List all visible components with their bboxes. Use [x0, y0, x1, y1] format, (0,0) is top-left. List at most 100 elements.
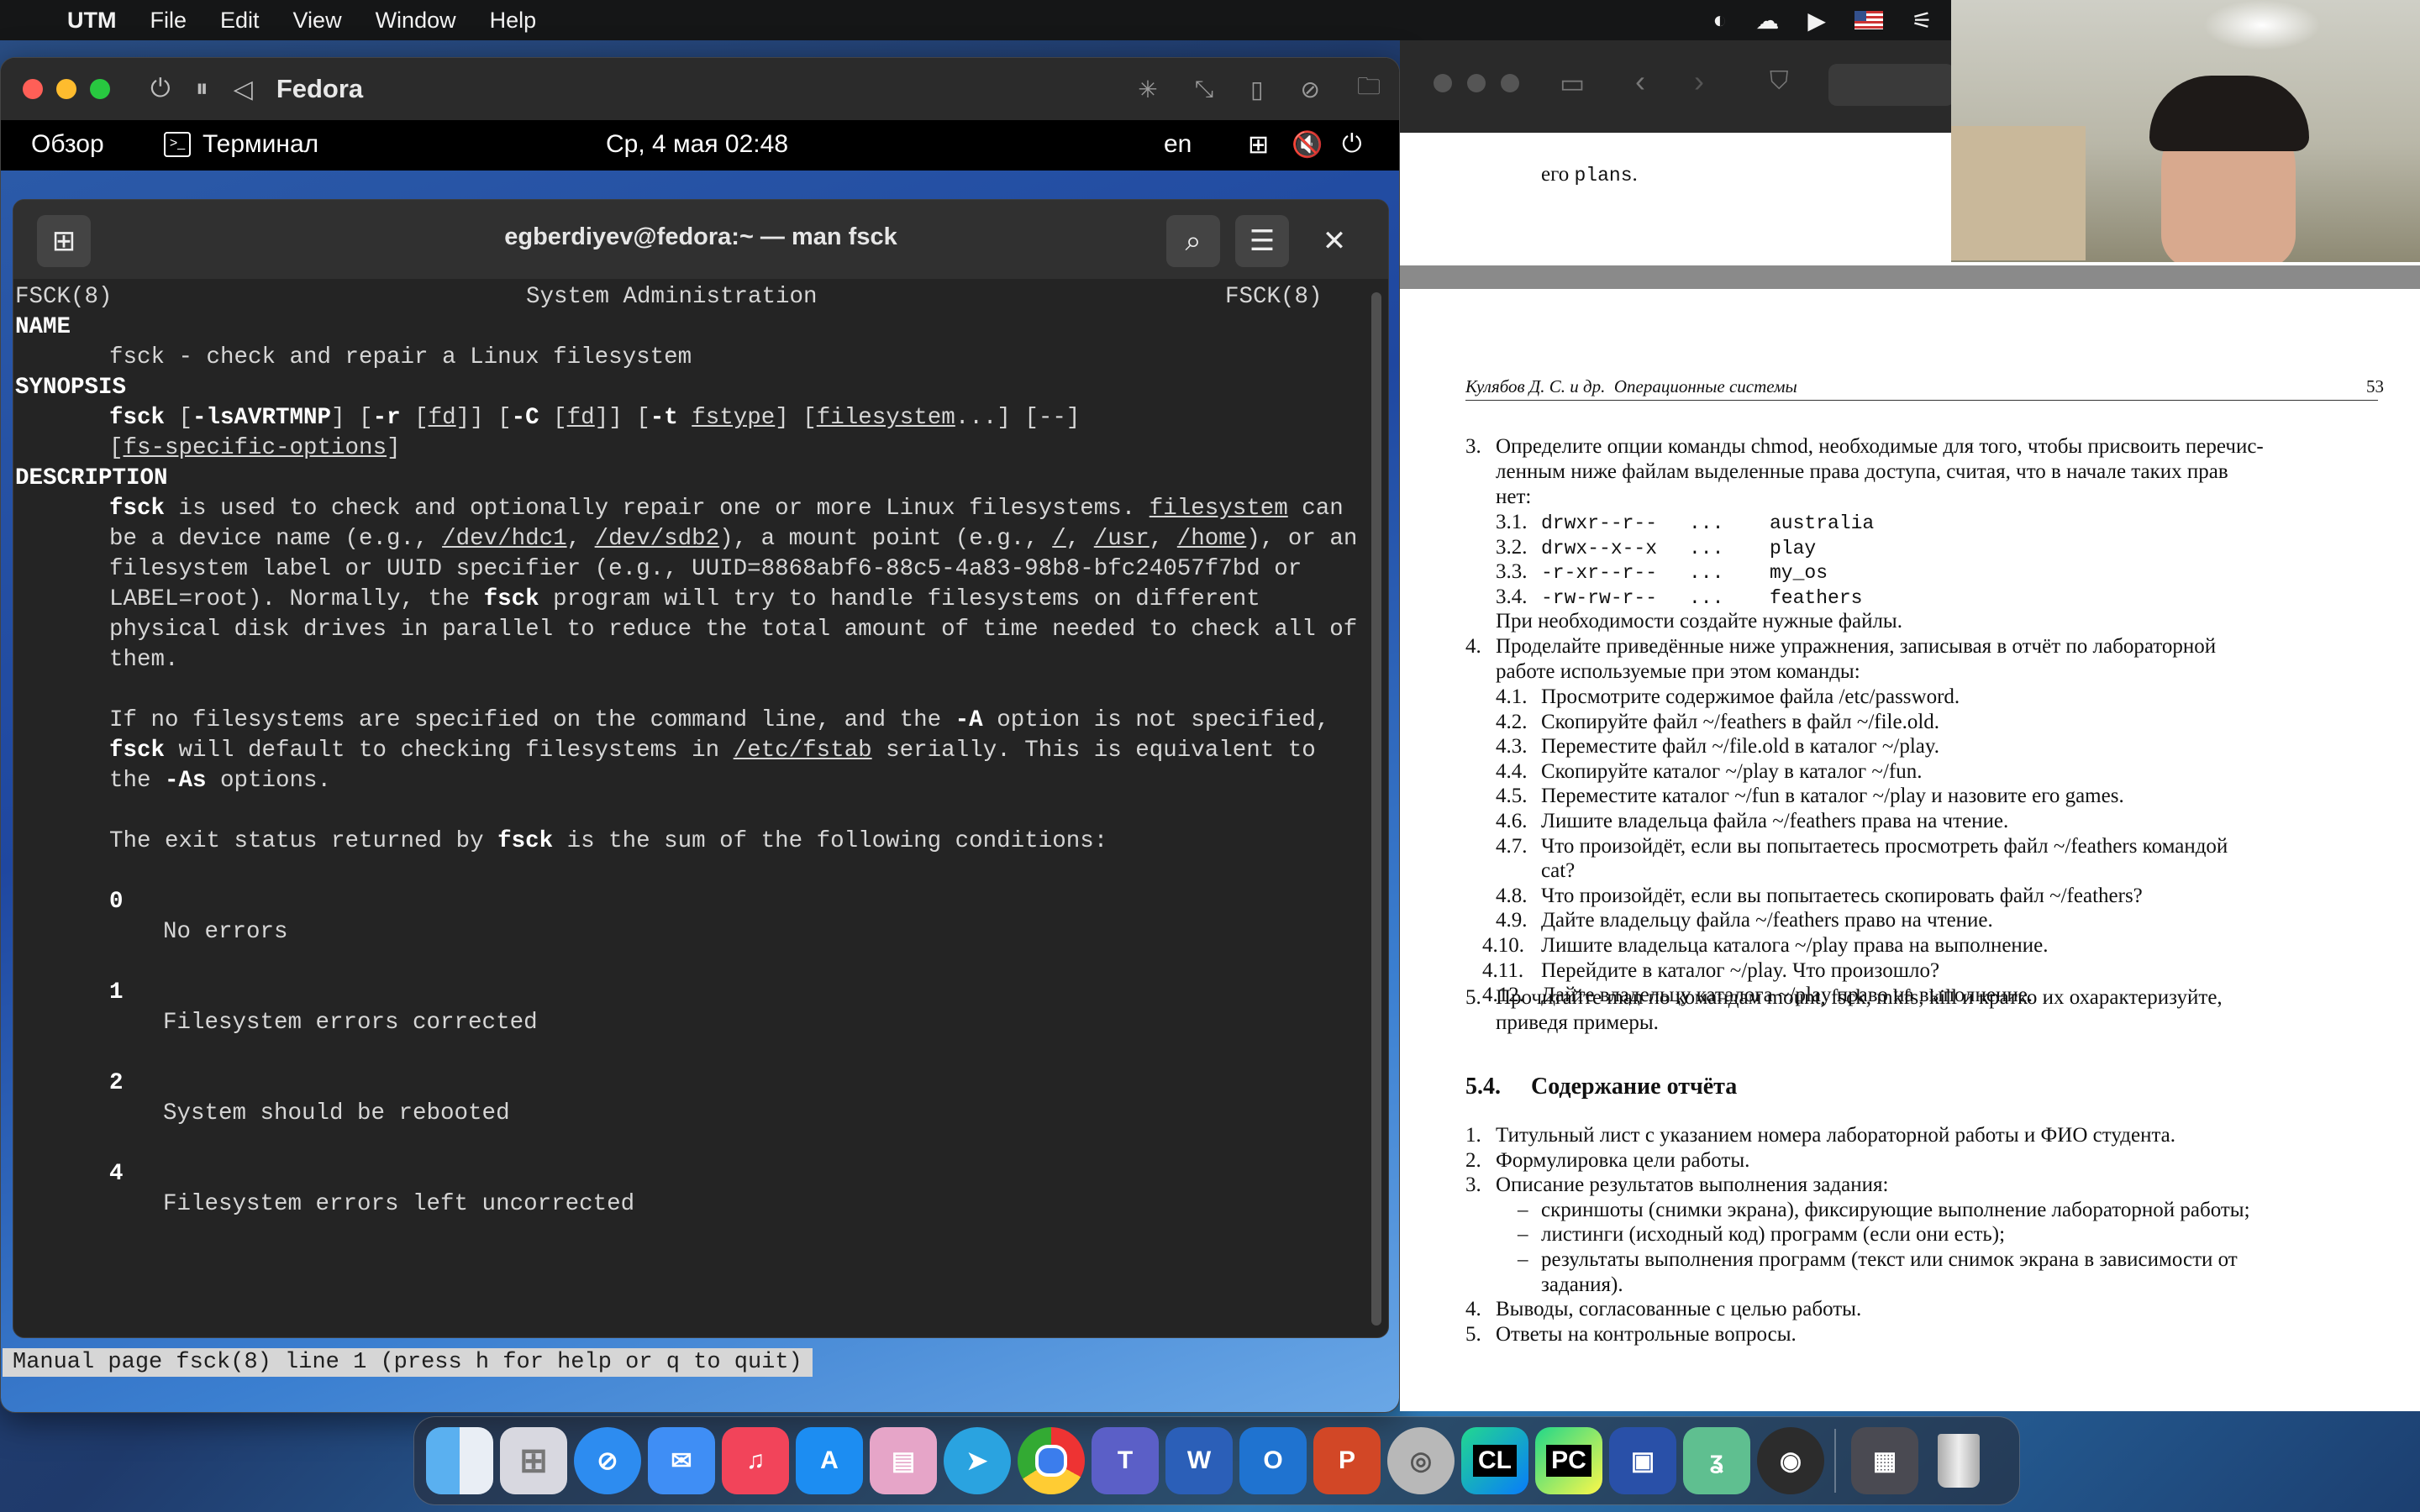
music-icon[interactable]: ♫	[722, 1427, 789, 1494]
report-item-text: Описание результатов выполнения задания:	[1496, 1173, 1889, 1197]
item4-line-1: Проделайте приведённые ниже упражнения, …	[1496, 635, 2217, 658]
minimize-window-button[interactable]	[56, 79, 76, 99]
exercise-num: 4.2.	[1496, 710, 1528, 733]
obs-status-icon[interactable]: ◐	[1712, 7, 1727, 34]
activities-button[interactable]: Обзор	[31, 130, 104, 159]
preview-icon[interactable]: ▤	[870, 1427, 937, 1494]
header-rule	[1465, 400, 2378, 401]
cloud-status-icon[interactable]: ☁	[1755, 7, 1779, 34]
power-menu-icon[interactable]: ⏻	[1342, 130, 1362, 159]
hamburger-menu-icon[interactable]: ☰	[1235, 215, 1289, 267]
exercise-text: Переместите каталог ~/fun в каталог ~/pl…	[1541, 785, 2124, 808]
exit-code-text: No errors	[163, 919, 288, 945]
trash-icon[interactable]	[1925, 1427, 1992, 1494]
screenshots-folder-icon[interactable]: ▦	[1851, 1427, 1918, 1494]
man-page-content[interactable]: FSCK(8) System Administration FSCK(8) NA…	[13, 279, 1366, 1337]
section-title: Содержание отчёта	[1531, 1074, 1738, 1100]
menu-help[interactable]: Help	[490, 8, 537, 34]
exercise-text: Переместите файл ~/file.old в каталог ~/…	[1541, 735, 1940, 759]
exercise-text: Лишите владельца каталога ~/play права н…	[1541, 934, 2049, 957]
gnome-top-bar: Обзор >_ Терминал Ср, 4 мая 02:48 en ⊞ 🔇…	[1, 120, 1399, 171]
desc-p2-line-1: If no filesystems are specified on the c…	[109, 707, 1330, 733]
powerpoint-icon[interactable]: P	[1313, 1427, 1381, 1494]
clion-icon[interactable]: CL	[1461, 1427, 1528, 1494]
terminal-scrollbar[interactable]	[1371, 292, 1381, 1326]
zoom-window-button[interactable]	[1501, 74, 1519, 92]
close-window-button[interactable]	[1434, 74, 1452, 92]
man-pager-status: Manual page fsck(8) line 1 (press h for …	[3, 1348, 813, 1377]
qbittorrent-icon[interactable]: ʓ	[1683, 1427, 1750, 1494]
usb-icon[interactable]: ▯	[1250, 76, 1263, 103]
item3-line-2: ленным ниже файлам выделенные права дост…	[1496, 460, 2228, 483]
exercise-num: 4.1.	[1496, 685, 1528, 708]
back-arrow-icon[interactable]: ‹	[1635, 64, 1645, 99]
report-item-text: Формулировка цели работы.	[1496, 1148, 1750, 1172]
report-item-num: 3.	[1465, 1173, 1481, 1197]
wifi-off-icon[interactable]: ⚟	[1912, 7, 1933, 34]
shield-icon[interactable]: ⛉	[1770, 67, 1789, 96]
synopsis-line-2: [fs-specific-options]	[109, 435, 401, 461]
flag-input-icon[interactable]	[1854, 11, 1883, 29]
menu-view[interactable]: View	[293, 8, 342, 34]
terminal-app-menu[interactable]: >_ Терминал	[164, 130, 318, 159]
list-num: 5.	[1465, 986, 1481, 1009]
resize-icon[interactable]: ⤡	[1195, 76, 1213, 103]
address-field[interactable]	[1828, 64, 1954, 106]
perm-ellipsis: ...	[1689, 586, 1724, 609]
display-settings-icon[interactable]: ✳	[1138, 76, 1157, 103]
utm-icon[interactable]: ▣	[1609, 1427, 1676, 1494]
obs-icon[interactable]: ◉	[1757, 1427, 1824, 1494]
chrome-icon[interactable]	[1018, 1427, 1085, 1494]
page-gap	[1400, 265, 2420, 289]
pycharm-icon[interactable]: PC	[1535, 1427, 1602, 1494]
telegram-icon[interactable]: ➤	[944, 1427, 1011, 1494]
forward-arrow-icon[interactable]: ›	[1694, 64, 1704, 99]
close-window-button[interactable]	[23, 79, 43, 99]
webcam-overlay[interactable]	[1951, 0, 2420, 262]
teams-icon[interactable]: T	[1092, 1427, 1159, 1494]
exercise-num: 4.6.	[1496, 810, 1528, 832]
menu-edit[interactable]: Edit	[220, 8, 260, 34]
sidebar-icon[interactable]: ▭	[1560, 67, 1585, 99]
desc-line-2: be a device name (e.g., /dev/hdc1, /dev/…	[109, 526, 1358, 552]
safari-icon[interactable]: ⊘	[574, 1427, 641, 1494]
item3-line-1: Определите опции команды chmod, необходи…	[1496, 435, 2264, 458]
exercise-num: 4.7.	[1496, 834, 1528, 858]
report-item-num: 2.	[1465, 1148, 1481, 1172]
menu-file[interactable]: File	[150, 8, 187, 34]
search-icon[interactable]: ⌕	[1166, 215, 1220, 267]
outlook-icon[interactable]: O	[1239, 1427, 1307, 1494]
minimize-window-button[interactable]	[1467, 74, 1486, 92]
launchpad-icon[interactable]: ⊞	[500, 1427, 567, 1494]
dock-divider	[1834, 1429, 1836, 1493]
report-item-num: 4.	[1465, 1298, 1481, 1321]
disk-utility-icon[interactable]: ◎	[1387, 1427, 1455, 1494]
report-item-text: Титульный лист с указанием номера лабора…	[1496, 1124, 2176, 1147]
zoom-window-button[interactable]	[90, 79, 110, 99]
menu-window[interactable]: Window	[376, 8, 456, 34]
power-icon[interactable]: ⏻	[150, 75, 171, 103]
create-files-note: При необходимости создайте нужные файлы.	[1496, 610, 1902, 633]
drive-icon[interactable]: ⊘	[1301, 76, 1320, 103]
menu-app-name[interactable]: UTM	[67, 8, 116, 34]
close-icon[interactable]: ✕	[1307, 215, 1361, 267]
shared-folder-icon[interactable]: 🗀	[1357, 69, 1381, 109]
back-icon[interactable]: ◁	[234, 75, 253, 104]
terminal-headerbar: ⊞ egberdiyev@fedora:~ — man fsck ⌕ ☰ ✕	[13, 200, 1388, 279]
clock[interactable]: Ср, 4 мая 02:48	[606, 130, 788, 159]
app-store-icon[interactable]: A	[796, 1427, 863, 1494]
exit-code: 4	[109, 1161, 124, 1187]
exit-code: 2	[109, 1070, 124, 1096]
finder-icon[interactable]	[426, 1427, 493, 1494]
network-icon[interactable]: ⊞	[1248, 130, 1269, 160]
volume-muted-icon[interactable]: 🔇	[1292, 130, 1323, 160]
keyboard-layout[interactable]: en	[1164, 130, 1192, 159]
exercise-text: Просмотрите содержимое файла /etc/passwo…	[1541, 685, 1960, 708]
word-icon[interactable]: W	[1165, 1427, 1233, 1494]
play-status-icon[interactable]: ▶	[1807, 7, 1826, 34]
pause-icon[interactable]: ⏸	[196, 75, 208, 103]
report-item-num: –	[1518, 1248, 1528, 1271]
exercise-num: 4.4.	[1496, 759, 1528, 783]
mail-icon[interactable]: ✉	[648, 1427, 715, 1494]
terminal-app-label: Терминал	[203, 130, 319, 158]
